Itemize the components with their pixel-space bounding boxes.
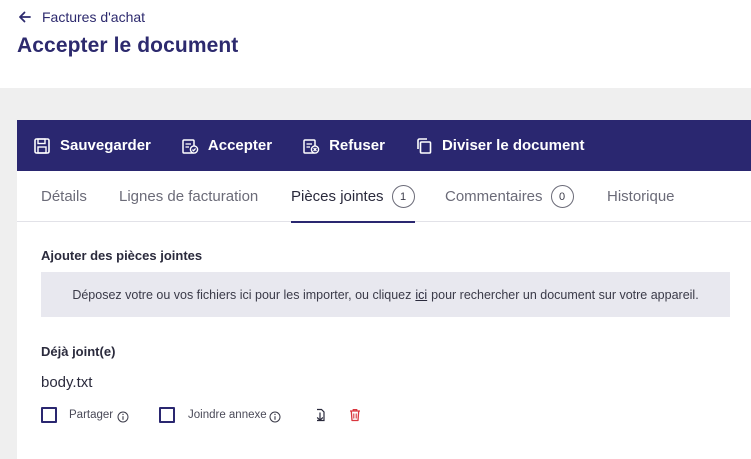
refuse-button-label: Refuser (329, 137, 385, 154)
trash-icon[interactable] (347, 407, 363, 423)
share-checkbox[interactable] (41, 407, 57, 423)
action-toolbar: Sauvegarder Accepter Refuser Diviser le … (17, 120, 751, 171)
document-check-icon (182, 138, 199, 154)
download-icon[interactable] (312, 407, 328, 423)
file-dropzone[interactable]: Déposez votre ou vos fichiers ici pour l… (41, 272, 730, 317)
arrow-left-icon (19, 11, 31, 23)
refuse-button[interactable]: Refuser (302, 120, 385, 171)
page-background-left (0, 120, 17, 459)
tab-history-label: Historique (607, 188, 675, 205)
attachments-count-badge: 1 (391, 185, 415, 208)
tab-history[interactable]: Historique (607, 171, 675, 222)
save-icon (34, 137, 50, 154)
attach-annex-checkbox[interactable] (159, 407, 175, 423)
attachment-options: Partager Joindre annexe (41, 407, 441, 425)
tab-billing-lines[interactable]: Lignes de facturation (119, 171, 258, 222)
tab-attachments-label: Pièces jointes (291, 188, 384, 205)
accept-button[interactable]: Accepter (181, 120, 272, 171)
split-document-button-label: Diviser le document (441, 137, 585, 154)
tab-details[interactable]: Détails (41, 171, 87, 222)
back-link[interactable]: Factures d'achat (18, 9, 145, 25)
page-header: Factures d'achat Accepter le document (0, 0, 751, 88)
tab-comments[interactable]: Commentaires 0 (445, 171, 574, 222)
dropzone-text-after: pour rechercher un document sur votre ap… (431, 287, 699, 302)
document-reject-icon (303, 138, 320, 154)
attach-annex-label: Joindre annexe (188, 409, 267, 421)
save-button[interactable]: Sauvegarder (33, 120, 151, 171)
share-info-icon[interactable] (117, 410, 129, 423)
tab-details-label: Détails (41, 188, 87, 205)
tab-comments-label: Commentaires (445, 188, 543, 205)
add-attachments-title: Ajouter des pièces jointes (41, 248, 203, 263)
attached-file-name: body.txt (41, 374, 93, 391)
attached-files-title: Déjà joint(e) (41, 344, 116, 359)
back-link-label: Factures d'achat (42, 9, 146, 25)
split-document-button[interactable]: Diviser le document (415, 120, 585, 171)
browse-files-link[interactable]: ici (415, 288, 427, 302)
page-title: Accepter le document (17, 34, 239, 57)
comments-count-badge: 0 (550, 185, 574, 208)
page-background (0, 88, 751, 120)
copy-icon (417, 137, 432, 154)
document-card: Sauvegarder Accepter Refuser Diviser le … (17, 120, 751, 459)
dropzone-text-before: Déposez votre ou vos fichiers ici pour l… (72, 287, 412, 302)
annex-info-icon[interactable] (269, 410, 281, 423)
tab-bar: Détails Lignes de facturation Pièces joi… (17, 171, 751, 223)
tab-billing-lines-label: Lignes de facturation (119, 188, 259, 205)
share-label: Partager (69, 409, 114, 421)
accept-button-label: Accepter (207, 137, 273, 154)
save-button-label: Sauvegarder (60, 137, 151, 154)
tab-attachments[interactable]: Pièces jointes 1 (291, 171, 415, 223)
